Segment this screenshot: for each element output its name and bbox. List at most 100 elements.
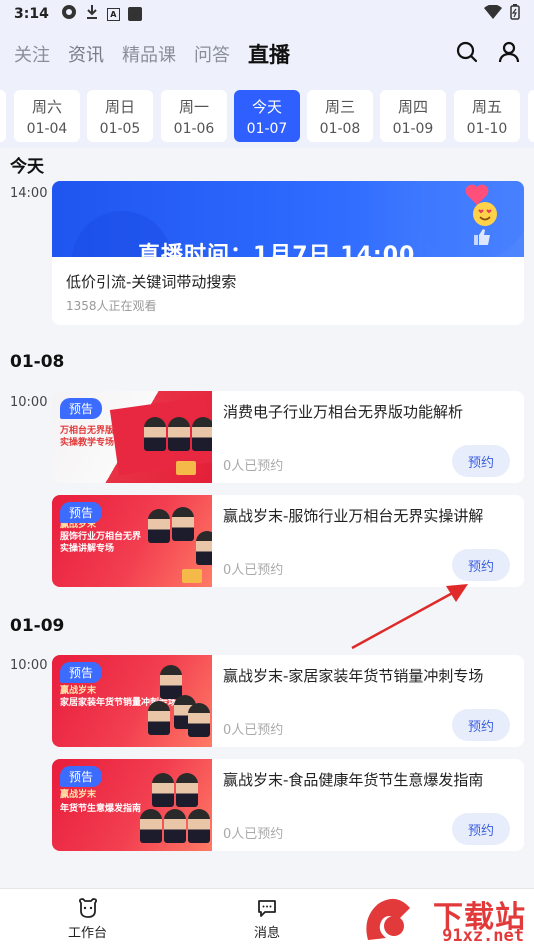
bottom-tab-label: 消息 bbox=[254, 926, 281, 941]
reservation-count: 0人已预约 bbox=[223, 723, 284, 738]
speaker-photo bbox=[140, 809, 162, 843]
course-title: 赢战岁末-家居家装年货节销量冲刺专场 bbox=[223, 667, 484, 685]
date-value: 01-05 bbox=[99, 120, 141, 137]
course-card[interactable]: 赢战岁末 家居家装年货节销量冲刺专场 预告 赢战岁末-家居家装年货节销量冲刺专场… bbox=[52, 655, 524, 747]
reservation-count: 0人已预约 bbox=[223, 563, 284, 578]
tab-premium-course[interactable]: 精品课 bbox=[122, 41, 176, 67]
gift-box-icon bbox=[182, 569, 202, 583]
tab-follow[interactable]: 关注 bbox=[14, 41, 50, 67]
date-item-thu[interactable]: 周四 01-09 bbox=[380, 90, 446, 142]
speaker-photo bbox=[148, 701, 170, 735]
preview-badge: 预告 bbox=[60, 766, 103, 787]
section-title-date: 01-08 bbox=[10, 352, 65, 372]
preview-badge: 预告 bbox=[60, 662, 103, 683]
speaker-photo bbox=[160, 665, 182, 699]
speaker-photo bbox=[168, 417, 190, 451]
reserve-button[interactable]: 预约 bbox=[452, 445, 510, 477]
reserve-button[interactable]: 预约 bbox=[452, 813, 510, 845]
date-weekday: 周五 bbox=[471, 97, 502, 116]
speaker-photo bbox=[164, 809, 186, 843]
speaker-photo bbox=[188, 809, 210, 843]
status-time: 3:14 bbox=[14, 6, 49, 22]
bottom-tab-workbench[interactable]: 工作台 bbox=[68, 897, 107, 941]
speaker-photo bbox=[196, 531, 212, 565]
date-value: 01-04 bbox=[26, 120, 68, 137]
date-value: 01-10 bbox=[466, 120, 508, 137]
message-icon bbox=[258, 900, 276, 917]
section-title-date: 01-09 bbox=[10, 616, 65, 636]
preview-badge: 预告 bbox=[60, 398, 103, 419]
wifi-icon bbox=[484, 4, 502, 23]
thumb-text: 赢战岁末 bbox=[60, 790, 97, 800]
tab-qa[interactable]: 问答 bbox=[194, 41, 230, 67]
date-value: 01-07 bbox=[246, 120, 288, 137]
thumbs-up-icon bbox=[472, 227, 492, 251]
speaker-photo bbox=[172, 507, 194, 541]
gift-box-icon bbox=[176, 461, 196, 475]
course-card[interactable]: 万相台无界版 实操教学专场 预告 消费电子行业万相台无界版功能解析 0人已预约 … bbox=[52, 391, 524, 483]
speaker-photo bbox=[188, 703, 210, 737]
live-viewers: 1358人正在观看 bbox=[66, 299, 157, 313]
date-weekday: 周日 bbox=[104, 97, 135, 116]
download-icon bbox=[85, 4, 99, 24]
preview-badge: 预告 bbox=[60, 502, 103, 523]
course-card[interactable]: 赢战岁末 年货节生意爆发指南 预告 赢战岁末-食品健康年货节生意爆发指南 0人已… bbox=[52, 759, 524, 851]
top-nav: 关注 资讯 精品课 问答 直播 bbox=[0, 28, 534, 80]
date-strip: 周六 01-04 周日 01-05 周一 01-06 今天 01-07 周三 0… bbox=[0, 80, 534, 148]
reserve-button[interactable]: 预约 bbox=[452, 709, 510, 741]
status-bar: 3:14 A bbox=[0, 0, 534, 28]
course-title: 消费电子行业万相台无界版功能解析 bbox=[223, 403, 464, 421]
thumb-text: 实操教学专场 bbox=[60, 438, 115, 448]
date-value: 01-08 bbox=[319, 120, 361, 137]
course-title: 赢战岁末-服饰行业万相台无界实操讲解 bbox=[223, 507, 484, 525]
app-a-icon: A bbox=[106, 7, 120, 21]
date-value: 01-09 bbox=[392, 120, 434, 137]
annotation-arrow bbox=[351, 584, 468, 650]
reservation-count: 0人已预约 bbox=[223, 827, 284, 842]
thumb-text: 实操讲解专场 bbox=[60, 544, 115, 554]
thumb-text: 年货节生意爆发指南 bbox=[60, 804, 142, 814]
date-item-sat[interactable]: 周六 01-04 bbox=[14, 90, 80, 142]
notification-square-icon bbox=[127, 7, 142, 21]
watermark-url: 91xz.net bbox=[442, 926, 524, 946]
section-title-today: 今天 bbox=[10, 157, 44, 177]
tab-news[interactable]: 资讯 bbox=[68, 41, 104, 67]
speaker-photo bbox=[176, 773, 198, 807]
course-thumbnail: 赢战岁末 年货节生意爆发指南 预告 bbox=[52, 759, 212, 851]
date-item-sun[interactable]: 周日 01-05 bbox=[87, 90, 153, 142]
date-item-mon[interactable]: 周一 01-06 bbox=[161, 90, 227, 142]
date-item-prev-partial[interactable] bbox=[0, 90, 6, 142]
live-title: 低价引流-关键词带动搜索 bbox=[66, 273, 237, 291]
speaker-photo bbox=[192, 417, 212, 451]
live-banner: 直播时间：1月7日 14:00 bbox=[52, 181, 524, 257]
workbench-icon bbox=[78, 898, 97, 918]
date-value: 01-06 bbox=[173, 120, 215, 137]
bottom-tab-messages[interactable]: 消息 bbox=[254, 897, 280, 941]
date-weekday: 周三 bbox=[324, 97, 355, 116]
profile-icon[interactable] bbox=[498, 41, 520, 67]
banner-text: 直播时间：1月7日 14:00 bbox=[138, 243, 416, 257]
tab-live[interactable]: 直播 bbox=[248, 39, 290, 69]
course-title: 赢战岁末-食品健康年货节生意爆发指南 bbox=[223, 771, 484, 789]
date-item-today[interactable]: 今天 01-07 bbox=[234, 90, 300, 142]
time-label: 10:00 bbox=[10, 395, 48, 410]
course-thumbnail: 万相台无界版 实操教学专场 预告 bbox=[52, 391, 212, 483]
time-label: 14:00 bbox=[10, 186, 48, 201]
speaker-photo bbox=[152, 773, 174, 807]
live-card-featured[interactable]: 直播时间：1月7日 14:00 低价引流-关键词带动搜索 1358人正在观看 bbox=[52, 181, 524, 325]
date-item-next-partial[interactable] bbox=[528, 90, 534, 142]
bottom-tab-label: 工作台 bbox=[68, 926, 108, 941]
course-thumbnail: 赢战岁末 服饰行业万相台无界 实操讲解专场 预告 bbox=[52, 495, 212, 587]
settings-icon bbox=[61, 4, 77, 24]
reservation-count: 0人已预约 bbox=[223, 459, 284, 474]
date-item-wed[interactable]: 周三 01-08 bbox=[307, 90, 373, 142]
date-weekday: 今天 bbox=[251, 97, 282, 116]
date-item-fri[interactable]: 周五 01-10 bbox=[454, 90, 520, 142]
date-weekday: 周一 bbox=[178, 97, 209, 116]
time-label: 10:00 bbox=[10, 658, 48, 673]
course-thumbnail: 赢战岁末 家居家装年货节销量冲刺专场 预告 bbox=[52, 655, 212, 747]
speaker-photo bbox=[144, 417, 166, 451]
date-weekday: 周四 bbox=[397, 97, 428, 116]
search-icon[interactable] bbox=[456, 41, 478, 67]
date-weekday: 周六 bbox=[31, 97, 62, 116]
